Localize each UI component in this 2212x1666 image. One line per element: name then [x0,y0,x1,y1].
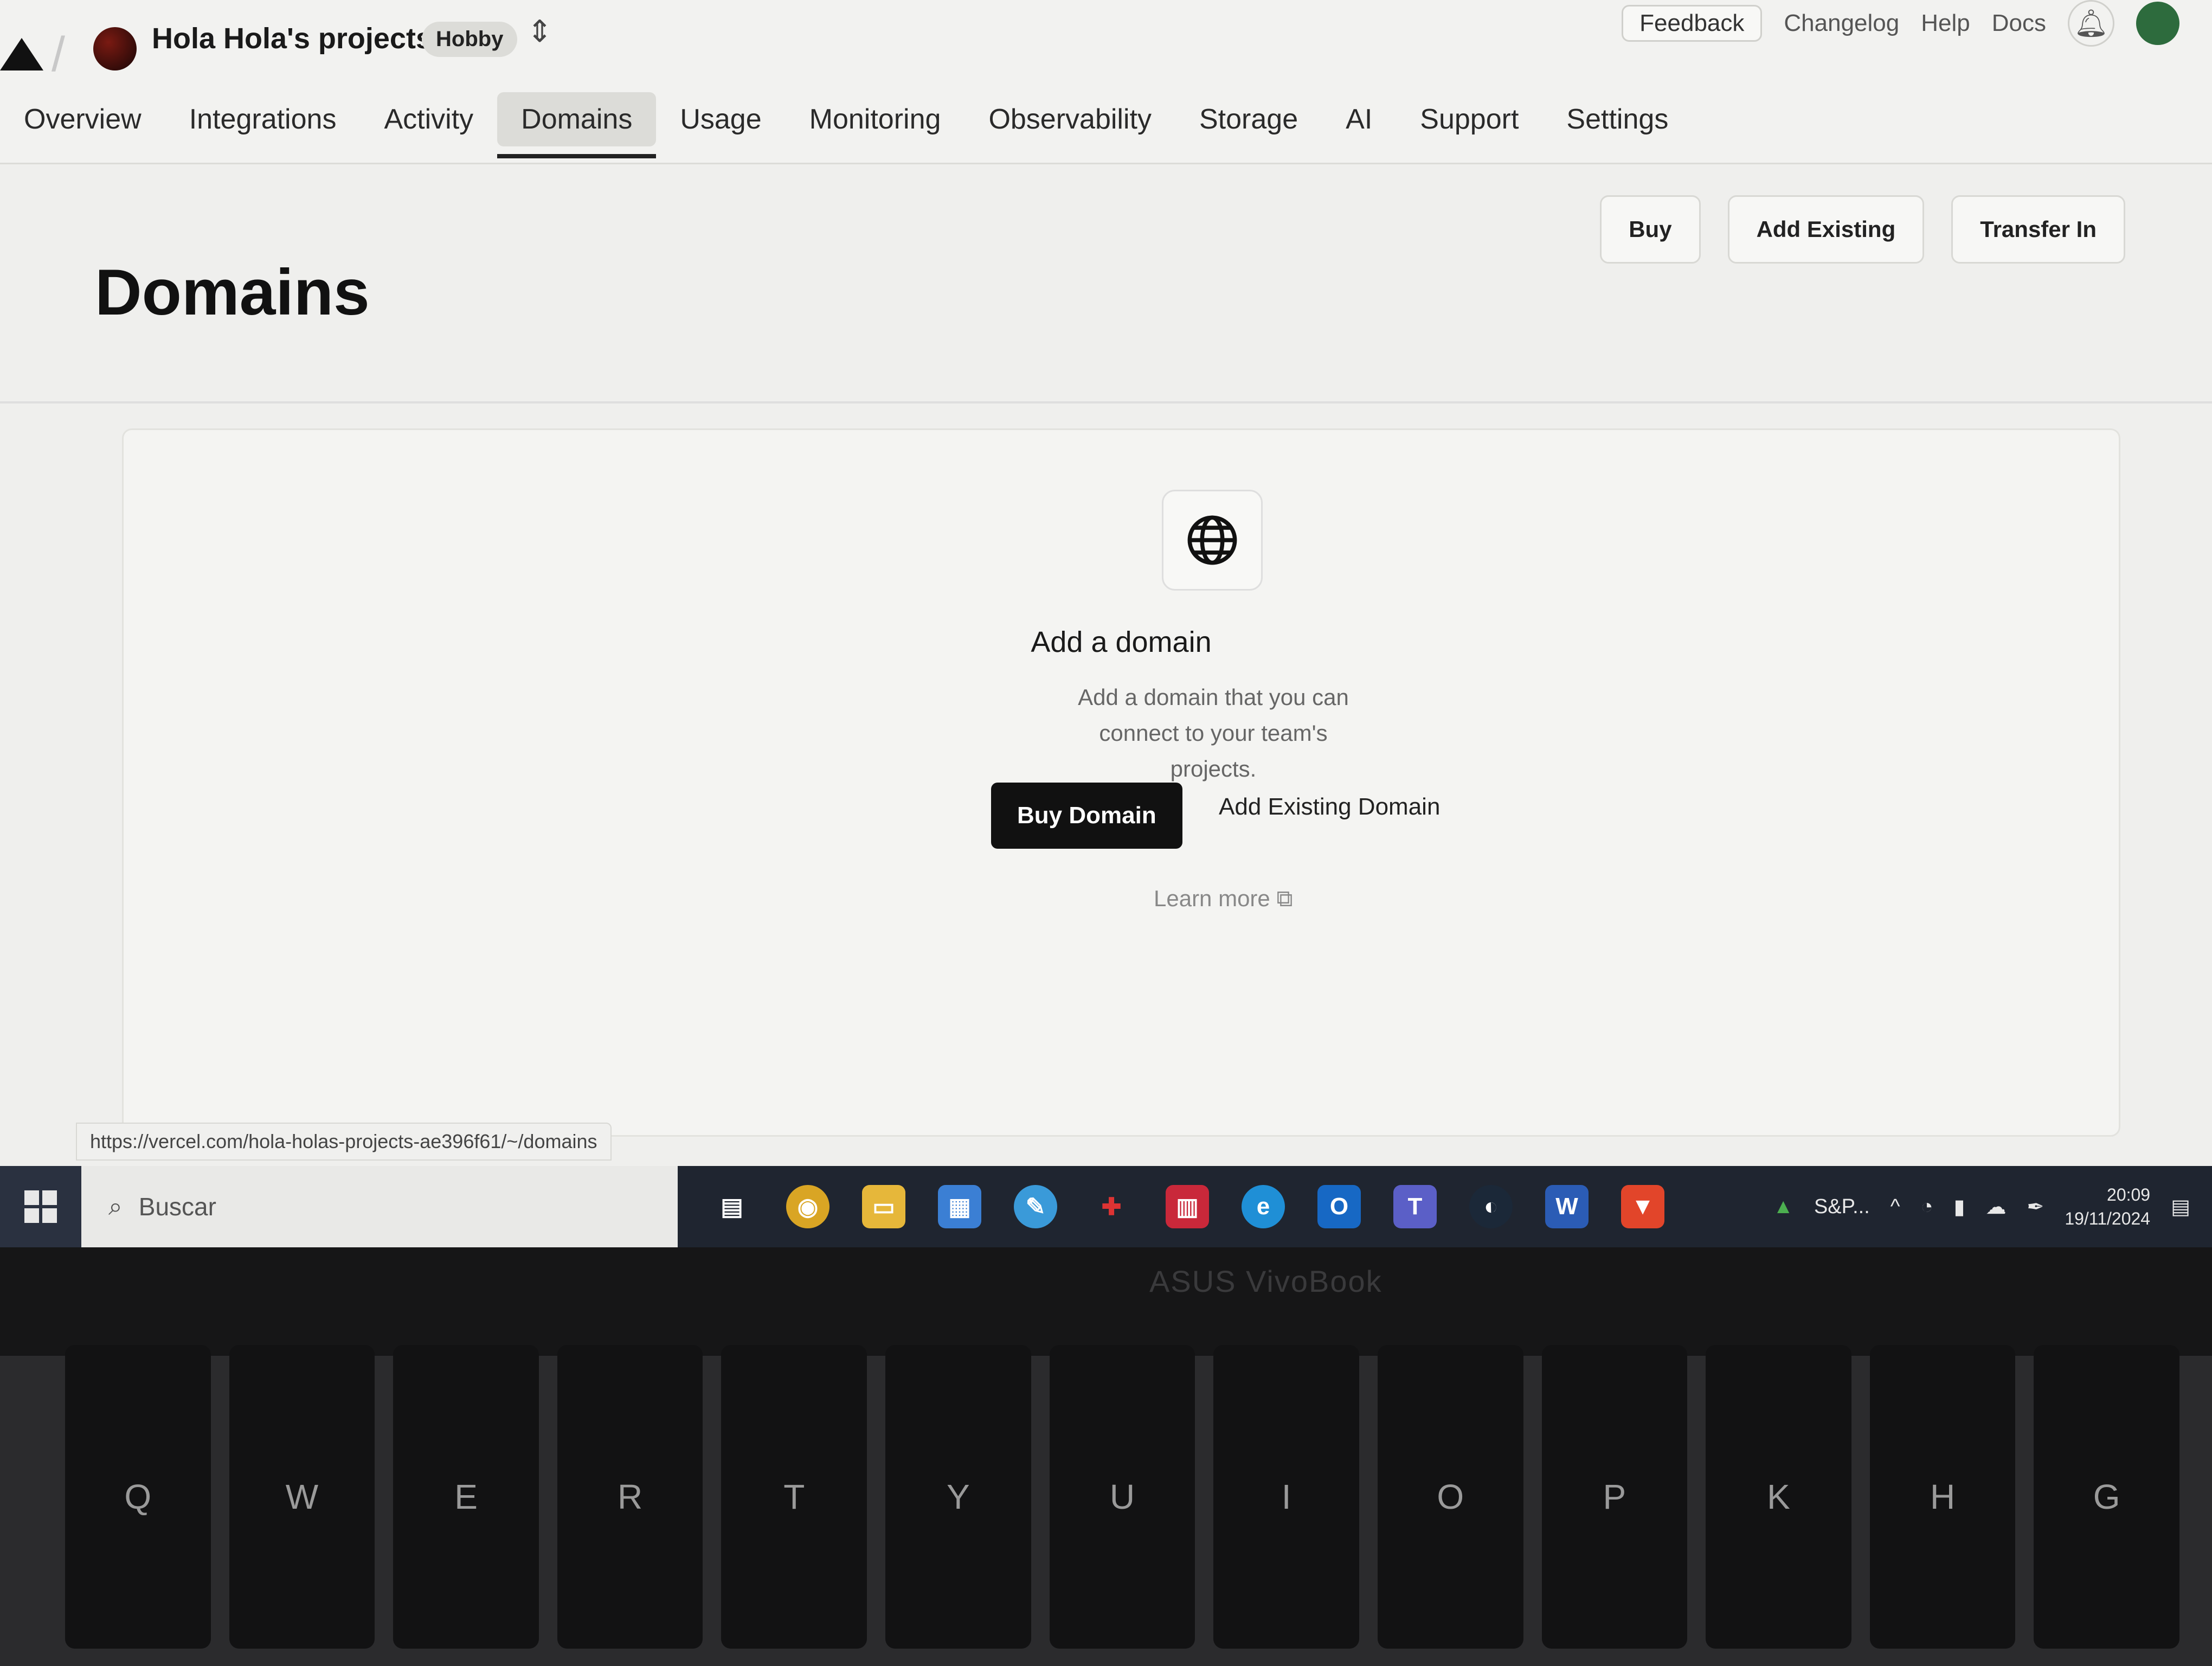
outlook-icon[interactable]: O [1317,1185,1361,1228]
windows-logo-icon [24,1190,57,1223]
tab-observability[interactable]: Observability [964,92,1175,146]
link-status-url: https://vercel.com/hola-holas-projects-a… [76,1123,612,1161]
task-view-icon[interactable]: ▤ [710,1185,754,1228]
buy-button[interactable]: Buy [1600,195,1701,264]
keyboard-key: Q [65,1345,211,1649]
tab-activity[interactable]: Activity [360,92,497,146]
team-avatar[interactable] [93,27,137,71]
tab-domains[interactable]: Domains [497,92,657,158]
keyboard-key: K [1706,1345,1851,1649]
learn-more-link[interactable]: Learn more ⧉ [1154,886,1293,912]
top-header: / Hola Hola's projects Hobby ⇕ Feedback … [0,0,2212,164]
external-link-icon: ⧉ [1276,886,1293,911]
stock-chart-icon[interactable]: ▲ [1773,1195,1793,1219]
keyboard-key: U [1049,1345,1195,1649]
stock-widget-label[interactable]: S&P... [1814,1195,1870,1219]
project-nav: Overview Integrations Activity Domains U… [0,92,1692,158]
keyboard-key: O [1377,1345,1523,1649]
notifications-center-icon[interactable]: ▤ [2171,1195,2190,1219]
clock-date: 19/11/2024 [2065,1209,2151,1228]
teams-icon[interactable]: T [1393,1185,1437,1228]
empty-state-title: Add a domain [1031,626,1212,658]
buy-domain-button[interactable]: Buy Domain [991,783,1182,849]
keyboard-key: R [557,1345,703,1649]
team-switcher-chevrons-icon[interactable]: ⇕ [527,16,552,47]
feedback-button[interactable]: Feedback [1622,5,1763,42]
user-avatar[interactable] [2136,2,2179,45]
keyboard-key: P [1541,1345,1688,1649]
windows-taskbar: ⌕ Buscar ▤ ◉ ▭ ▦ ✎ ✚ ▥ e O T ◐ W ▼ ▲ S&P… [0,1166,2212,1247]
page-title: Domains [95,256,370,329]
header-divider [0,401,2212,403]
add-existing-button[interactable]: Add Existing [1727,195,1925,264]
plan-badge: Hobby [422,22,518,57]
keyboard-key: H [1869,1345,2016,1649]
transfer-in-button[interactable]: Transfer In [1951,195,2125,264]
tab-integrations[interactable]: Integrations [165,92,361,146]
battery-icon[interactable]: ▮ [1954,1195,1965,1219]
show-hidden-icons-chevron-icon[interactable]: ^ [1891,1195,1900,1219]
page-actions: Buy Add Existing Transfer In [1600,195,2125,264]
laptop-keyboard: Q W E R T Y U I O P K H G [65,1345,2179,1649]
tab-ai[interactable]: AI [1322,92,1396,146]
taskbar-search[interactable]: ⌕ Buscar [81,1166,678,1247]
laptop-brand-label: ASUS VivoBook [1149,1264,1382,1298]
edge-icon[interactable]: e [1242,1185,1285,1228]
browser-viewport: / Hola Hola's projects Hobby ⇕ Feedback … [0,0,2212,1247]
changelog-link[interactable]: Changelog [1784,10,1899,37]
tab-usage[interactable]: Usage [656,92,785,146]
search-icon: ⌕ [108,1192,123,1220]
keyboard-key: T [721,1345,867,1649]
keyboard-key: W [229,1345,375,1649]
steam-icon[interactable]: ◐ [1469,1185,1513,1228]
puzzle-app-icon[interactable]: ✚ [1090,1185,1133,1228]
empty-state-description: Add a domain that you can connect to you… [1078,684,1349,781]
taskbar-clock[interactable]: 20:09 19/11/2024 [2065,1183,2150,1231]
microsoft-store-icon[interactable]: ▦ [938,1185,981,1228]
team-name[interactable]: Hola Hola's projects [152,22,432,55]
system-tray: ▲ S&P... ^ ◔ ▮ ☁ ✒ 20:09 19/11/2024 ▤ [1773,1166,2190,1247]
notifications-bell-icon[interactable]: 🔔︎ [2068,0,2114,47]
add-existing-domain-link[interactable]: Add Existing Domain [1219,793,1440,821]
globe-icon [1162,490,1263,591]
file-explorer-icon[interactable]: ▭ [862,1185,905,1228]
top-links: Feedback Changelog Help Docs 🔔︎ [1622,0,2179,47]
learn-more-label: Learn more [1154,886,1270,911]
brave-icon[interactable]: ▼ [1621,1185,1664,1228]
pen-icon[interactable]: ✒ [2027,1195,2044,1219]
vercel-logo-icon[interactable] [0,38,43,71]
help-link[interactable]: Help [1921,10,1970,37]
tab-monitoring[interactable]: Monitoring [786,92,965,146]
keyboard-key: I [1213,1345,1359,1649]
keyboard-key: G [2034,1345,2179,1649]
keyboard-key: E [393,1345,539,1649]
tab-settings[interactable]: Settings [1542,92,1692,146]
word-icon[interactable]: W [1545,1185,1589,1228]
empty-state-card: Add a domain Add a domain that you can c… [122,428,2120,1137]
taskbar-apps: ▤ ◉ ▭ ▦ ✎ ✚ ▥ e O T ◐ W ▼ [678,1185,1664,1228]
tab-storage[interactable]: Storage [1175,92,1322,146]
docs-link[interactable]: Docs [1992,10,2046,37]
tab-overview[interactable]: Overview [0,92,165,146]
app-feather-icon[interactable]: ✎ [1014,1185,1057,1228]
keyboard-key: Y [885,1345,1031,1649]
clock-time: 20:09 [2107,1185,2151,1204]
start-button[interactable] [0,1166,81,1247]
taskbar-search-placeholder: Buscar [138,1193,216,1221]
wifi-icon[interactable]: ◔ [1921,1195,1933,1219]
gift-app-icon[interactable]: ▥ [1166,1185,1209,1228]
breadcrumb-separator: / [52,28,66,82]
tab-support[interactable]: Support [1396,92,1542,146]
chrome-icon[interactable]: ◉ [786,1185,829,1228]
onedrive-cloud-icon[interactable]: ☁ [1985,1195,2006,1219]
